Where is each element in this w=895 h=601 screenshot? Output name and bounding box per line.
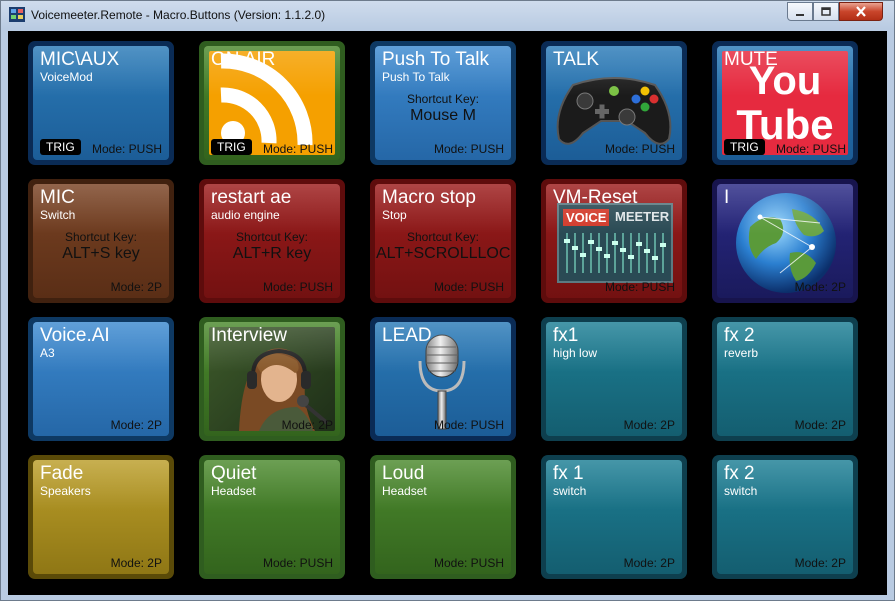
button-title: Loud (382, 463, 425, 484)
button-title: MUTE (724, 49, 778, 70)
minimize-icon (796, 13, 804, 16)
macro-button-12[interactable]: Interview Mode: 2P (199, 317, 345, 441)
button-title: fx 2 (724, 325, 755, 346)
button-title: Interview (211, 325, 288, 346)
macro-button-18[interactable]: Loud Headset Mode: PUSH (370, 455, 516, 579)
shortcut-key-value: ALT+R key (232, 245, 312, 262)
mode-label: Mode: 2P (794, 556, 846, 570)
button-subtitle: Speakers (40, 484, 91, 498)
button-subtitle: switch (553, 484, 587, 498)
mode-label: Mode: 2P (110, 556, 162, 570)
shortcut-key-label: Shortcut Key: (406, 230, 480, 244)
mode-label: Mode: 2P (794, 280, 846, 294)
mode-label: Mode: PUSH (604, 280, 675, 294)
trig-badge: TRIG (211, 139, 252, 155)
button-title: fx 2 (724, 463, 755, 484)
button-title: Quiet (211, 463, 257, 484)
shortcut-key-value: ALT+SCROLLLOCK (376, 245, 510, 262)
macro-button-14[interactable]: fx1 high low Mode: 2P (541, 317, 687, 441)
button-title: fx 1 (553, 463, 584, 484)
mode-label: Mode: PUSH (262, 280, 333, 294)
button-title: ON AIR (211, 49, 276, 70)
app-window: Voicemeeter.Remote - Macro.Buttons (Vers… (0, 0, 895, 601)
button-subtitle: Headset (211, 484, 256, 498)
trig-badge: TRIG (724, 139, 765, 155)
macro-button-17[interactable]: Quiet Headset Mode: PUSH (199, 455, 345, 579)
mode-label: Mode: PUSH (433, 418, 504, 432)
mode-label: Mode: PUSH (262, 142, 333, 156)
window-title: Voicemeeter.Remote - Macro.Buttons (Vers… (31, 8, 326, 22)
button-subtitle: Switch (40, 208, 76, 222)
button-title: restart ae (211, 187, 292, 208)
button-subtitle: reverb (724, 346, 759, 360)
macro-button-6[interactable]: MIC Switch Shortcut Key: ALT+S key Mode: 2P (28, 179, 174, 303)
close-button[interactable] (839, 2, 883, 21)
button-title: Push To Talk (382, 49, 490, 70)
title-bar[interactable]: Voicemeeter.Remote - Macro.Buttons (Vers… (1, 1, 894, 29)
button-subtitle: Stop (382, 208, 407, 222)
macro-button-13[interactable]: LEAD Mode: PUSH (370, 317, 516, 441)
mode-label: Mode: 2P (281, 418, 333, 432)
macro-button-11[interactable]: Voice.AI A3 Mode: 2P (28, 317, 174, 441)
mode-label: Mode: 2P (623, 556, 675, 570)
trig-badge: TRIG (40, 139, 81, 155)
button-gloss (717, 184, 853, 234)
button-title: MIC\AUX (40, 49, 120, 70)
app-icon (9, 7, 25, 22)
button-subtitle: Push To Talk (382, 70, 450, 84)
mode-label: Mode: 2P (623, 418, 675, 432)
mode-label: Mode: 2P (110, 280, 162, 294)
mode-label: Mode: 2P (110, 418, 162, 432)
macro-button-7[interactable]: restart ae audio engine Shortcut Key: ALT+R… (199, 179, 345, 303)
shortcut-key-value: Mouse M (410, 107, 476, 124)
shortcut-key-label: Shortcut Key: (235, 230, 309, 244)
mode-label: Mode: PUSH (775, 142, 846, 156)
macro-button-3[interactable]: Push To Talk Push To Talk Shortcut Key: Mou… (370, 41, 516, 165)
button-title: I (724, 187, 730, 208)
mode-label: Mode: PUSH (262, 556, 333, 570)
maximize-icon (821, 6, 831, 16)
mode-label: Mode: PUSH (91, 142, 162, 156)
minimize-button[interactable] (787, 2, 813, 21)
mode-label: Mode: PUSH (604, 142, 675, 156)
button-title: Macro stop (382, 187, 476, 208)
macro-button-8[interactable]: Macro stop Stop Shortcut Key: ALT+SCROLLLOC… (370, 179, 516, 303)
macro-button-grid: MIC\AUX VoiceMod Mode: PUSH TRIG ON AIR Mode… (8, 31, 887, 595)
mode-label: Mode: 2P (794, 418, 846, 432)
button-title: VM-Reset (553, 187, 638, 208)
button-title: MIC (40, 187, 75, 208)
button-title: LEAD (382, 325, 432, 346)
macro-button-1[interactable]: MIC\AUX VoiceMod Mode: PUSH TRIG (28, 41, 174, 165)
button-subtitle: Headset (382, 484, 427, 498)
macro-button-16[interactable]: Fade Speakers Mode: 2P (28, 455, 174, 579)
macro-button-5[interactable]: You Tube MUTEMode: PUSHTRIG (712, 41, 858, 165)
mode-label: Mode: PUSH (433, 556, 504, 570)
macro-button-4[interactable]: TALK Mode: PUSH (541, 41, 687, 165)
shortcut-key-label: Shortcut Key: (64, 230, 138, 244)
button-title: Fade (40, 463, 84, 484)
shortcut-key-label: Shortcut Key: (406, 92, 480, 106)
button-subtitle: high low (553, 346, 598, 360)
macro-button-9[interactable]: VOICE MEETER VM-ResetMode: PUSH (541, 179, 687, 303)
maximize-button[interactable] (813, 2, 839, 21)
shortcut-key-value: ALT+S key (62, 245, 140, 262)
macro-button-15[interactable]: fx 2 reverb Mode: 2P (712, 317, 858, 441)
mode-label: Mode: PUSH (433, 280, 504, 294)
macro-button-10[interactable]: I Mode: 2P (712, 179, 858, 303)
button-subtitle: A3 (40, 346, 55, 360)
button-subtitle: audio engine (211, 208, 280, 222)
button-subtitle: VoiceMod (40, 70, 93, 84)
macro-button-2[interactable]: ON AIR Mode: PUSH TRIG (199, 41, 345, 165)
button-subtitle: switch (724, 484, 758, 498)
button-title: Voice.AI (40, 325, 110, 346)
button-title: fx1 (553, 325, 579, 346)
mode-label: Mode: PUSH (433, 142, 504, 156)
close-icon (856, 6, 866, 17)
button-title: TALK (553, 49, 600, 70)
macro-button-20[interactable]: fx 2 switch Mode: 2P (712, 455, 858, 579)
macro-button-19[interactable]: fx 1 switch Mode: 2P (541, 455, 687, 579)
